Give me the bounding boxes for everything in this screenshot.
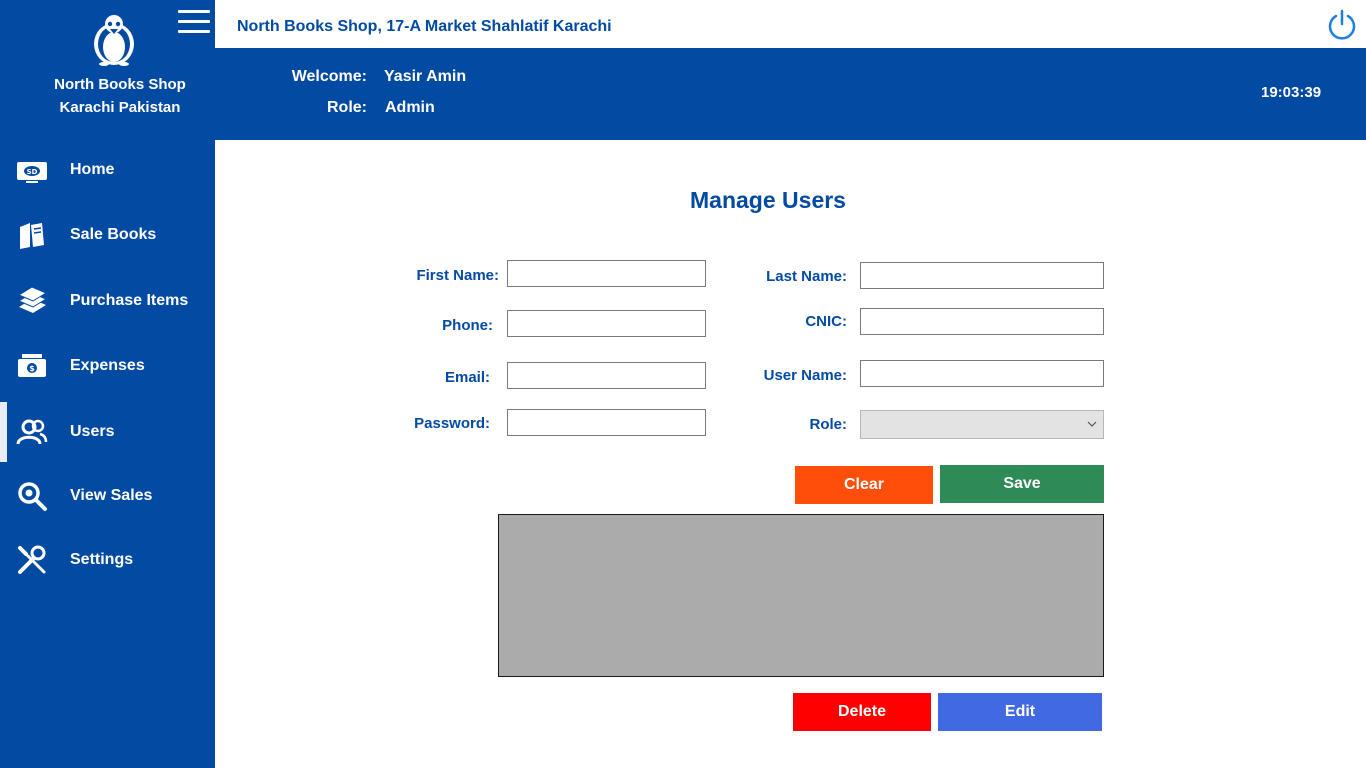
first-name-input[interactable]: [507, 260, 706, 287]
sidebar-item-settings[interactable]: Settings: [0, 530, 215, 590]
save-button[interactable]: Save: [940, 465, 1104, 503]
password-input[interactable]: [507, 409, 706, 436]
phone-input[interactable]: [507, 310, 706, 337]
last-name-label: Last Name:: [766, 268, 847, 285]
email-label: Email:: [444, 369, 490, 386]
email-input[interactable]: [507, 362, 706, 389]
cnic-input[interactable]: [860, 308, 1104, 335]
welcome-label: Welcome:: [291, 68, 367, 85]
sidebar-item-label: Settings: [70, 551, 134, 568]
home-monitor-icon: SD: [17, 162, 47, 183]
sidebar-item-expenses[interactable]: $ Expenses: [0, 336, 215, 396]
password-label: Password:: [414, 415, 490, 432]
shop-title: North Books Shop, 17-A Market Shahlatif …: [237, 18, 612, 35]
users-icon: [16, 419, 48, 445]
brand-area: North Books Shop Karachi Pakistan: [0, 0, 215, 140]
brand-name: North Books Shop: [54, 76, 186, 93]
sidebar-item-label: Sale Books: [70, 226, 157, 243]
welcome-user-name: Yasir Amin: [384, 68, 467, 85]
users-data-grid[interactable]: [498, 514, 1104, 677]
sidebar-item-sale-books[interactable]: Sale Books: [0, 205, 215, 265]
penguin-logo-icon: [94, 15, 134, 66]
last-name-input[interactable]: [860, 262, 1104, 289]
role-label: Role:: [327, 99, 367, 116]
chevron-down-icon: [1087, 421, 1097, 427]
sidebar-item-label: Users: [70, 423, 115, 440]
cnic-label: CNIC:: [805, 313, 847, 330]
sidebar-item-label: View Sales: [70, 487, 153, 504]
books-icon: [20, 223, 44, 249]
first-name-label: First Name:: [416, 267, 499, 284]
sidebar-item-label: Home: [70, 161, 115, 178]
user-name-input[interactable]: [860, 360, 1104, 387]
page-title: Manage Users: [690, 187, 846, 213]
user-name-label: User Name:: [763, 367, 847, 384]
book-stack-icon: [17, 286, 48, 313]
search-icon: [18, 482, 47, 511]
role-select[interactable]: [860, 410, 1104, 439]
sidebar: North Books Shop Karachi Pakistan SD Hom…: [0, 0, 215, 768]
hamburger-menu-icon[interactable]: [178, 10, 210, 36]
sidebar-item-purchase-items[interactable]: Purchase Items: [0, 271, 215, 331]
sidebar-item-view-sales[interactable]: View Sales: [0, 466, 215, 526]
role-select-label: Role:: [809, 416, 848, 433]
clear-button[interactable]: Clear: [795, 466, 933, 504]
edit-button[interactable]: Edit: [938, 693, 1102, 731]
brand-location: Karachi Pakistan: [59, 99, 181, 116]
money-icon: $: [18, 354, 46, 377]
svg-text:SD: SD: [27, 168, 38, 176]
sidebar-item-users[interactable]: Users: [0, 402, 215, 462]
top-bar: North Books Shop, 17-A Market Shahlatif …: [215, 0, 1366, 48]
clock: 19:03:39: [1261, 84, 1322, 101]
role-value: Admin: [385, 99, 435, 116]
phone-label: Phone:: [442, 317, 493, 334]
svg-text:$: $: [29, 364, 35, 373]
sidebar-item-label: Expenses: [70, 357, 145, 374]
delete-button[interactable]: Delete: [793, 693, 931, 731]
sidebar-item-label: Purchase Items: [70, 292, 189, 309]
sidebar-item-home[interactable]: SD Home: [0, 140, 215, 200]
user-info-bar: Welcome: Yasir Amin Role: Admin 19:03:39: [215, 48, 1366, 140]
tools-icon: [18, 545, 46, 574]
power-icon[interactable]: [1326, 9, 1358, 41]
